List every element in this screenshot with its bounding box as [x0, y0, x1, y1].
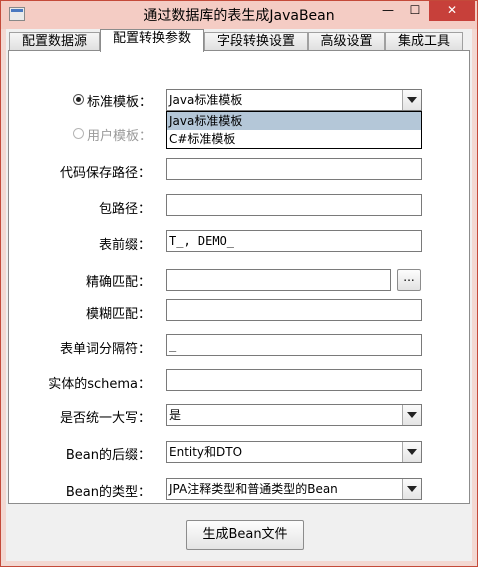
- tab-strip: 配置数据源 配置转换参数 字段转换设置 高级设置 集成工具: [6, 29, 472, 52]
- package-path-label: 包路径：: [98, 202, 151, 217]
- user-template-label: 用户模板：: [87, 129, 153, 144]
- code-path-label: 代码保存路径：: [59, 166, 151, 181]
- app-window: 通过数据库的表生成JavaBean — ☐ ✕ 配置数据源 配置转换参数 字段转…: [0, 0, 478, 567]
- maximize-button[interactable]: ☐: [402, 1, 428, 21]
- chevron-down-icon[interactable]: [402, 479, 421, 499]
- table-prefix-input[interactable]: T_, DEMO_: [166, 230, 422, 252]
- standard-template-label: 标准模板：: [87, 95, 153, 110]
- bean-type-select-value: JPA注释类型和普通类型的Bean: [169, 482, 338, 496]
- chevron-down-icon[interactable]: [402, 90, 421, 110]
- table-prefix-label: 表前缀：: [98, 238, 151, 253]
- bean-type-select[interactable]: JPA注释类型和普通类型的Bean: [166, 478, 422, 500]
- chevron-down-icon[interactable]: [402, 442, 421, 462]
- uppercase-label: 是否统一大写：: [59, 411, 151, 426]
- entity-schema-label: 实体的schema：: [48, 377, 151, 392]
- word-separator-label: 表单词分隔符：: [59, 342, 151, 357]
- template-dropdown-list: Java标准模板 C#标准模板: [166, 111, 422, 149]
- exact-match-input[interactable]: [166, 269, 391, 291]
- dropdown-option-java[interactable]: Java标准模板: [167, 112, 421, 130]
- dropdown-option-csharp[interactable]: C#标准模板: [167, 130, 421, 148]
- user-template-radio[interactable]: [73, 128, 84, 139]
- chevron-down-icon[interactable]: [402, 405, 421, 425]
- bean-suffix-select[interactable]: Entity和DTO: [166, 441, 422, 463]
- bean-suffix-label: Bean的后缀：: [65, 448, 151, 463]
- client-area: 配置数据源 配置转换参数 字段转换设置 高级设置 集成工具 标准模板： Java…: [6, 29, 472, 561]
- close-button[interactable]: ✕: [429, 1, 475, 21]
- standard-template-radio[interactable]: [73, 94, 84, 105]
- bean-type-label: Bean的类型：: [65, 485, 151, 500]
- template-select-value: Java标准模板: [169, 93, 243, 107]
- tab-field-conversion[interactable]: 字段转换设置: [204, 32, 308, 50]
- uppercase-select-value: 是: [169, 408, 182, 422]
- exact-match-label: 精确匹配：: [85, 275, 151, 290]
- tab-conversion-params[interactable]: 配置转换参数: [100, 29, 204, 52]
- conversion-params-panel: 标准模板： Java标准模板 Java标准模板 C#标准模板 用户模板： 代码保…: [8, 50, 470, 504]
- bean-suffix-select-value: Entity和DTO: [169, 445, 243, 459]
- fuzzy-match-input[interactable]: [166, 299, 422, 321]
- tab-integration-tools[interactable]: 集成工具: [385, 32, 463, 50]
- generate-bean-button[interactable]: 生成Bean文件: [186, 520, 304, 550]
- minimize-button[interactable]: —: [375, 1, 401, 21]
- uppercase-select[interactable]: 是: [166, 404, 422, 426]
- browse-button[interactable]: ...: [397, 269, 421, 291]
- template-select[interactable]: Java标准模板: [166, 89, 422, 111]
- code-path-input[interactable]: [166, 158, 422, 180]
- title-bar[interactable]: 通过数据库的表生成JavaBean — ☐ ✕: [1, 1, 477, 29]
- tab-advanced-settings[interactable]: 高级设置: [308, 32, 385, 50]
- tab-data-source[interactable]: 配置数据源: [9, 32, 100, 50]
- word-separator-input[interactable]: _: [166, 334, 422, 356]
- package-path-input[interactable]: [166, 194, 422, 216]
- entity-schema-input[interactable]: [166, 369, 422, 391]
- fuzzy-match-label: 模糊匹配：: [85, 307, 151, 322]
